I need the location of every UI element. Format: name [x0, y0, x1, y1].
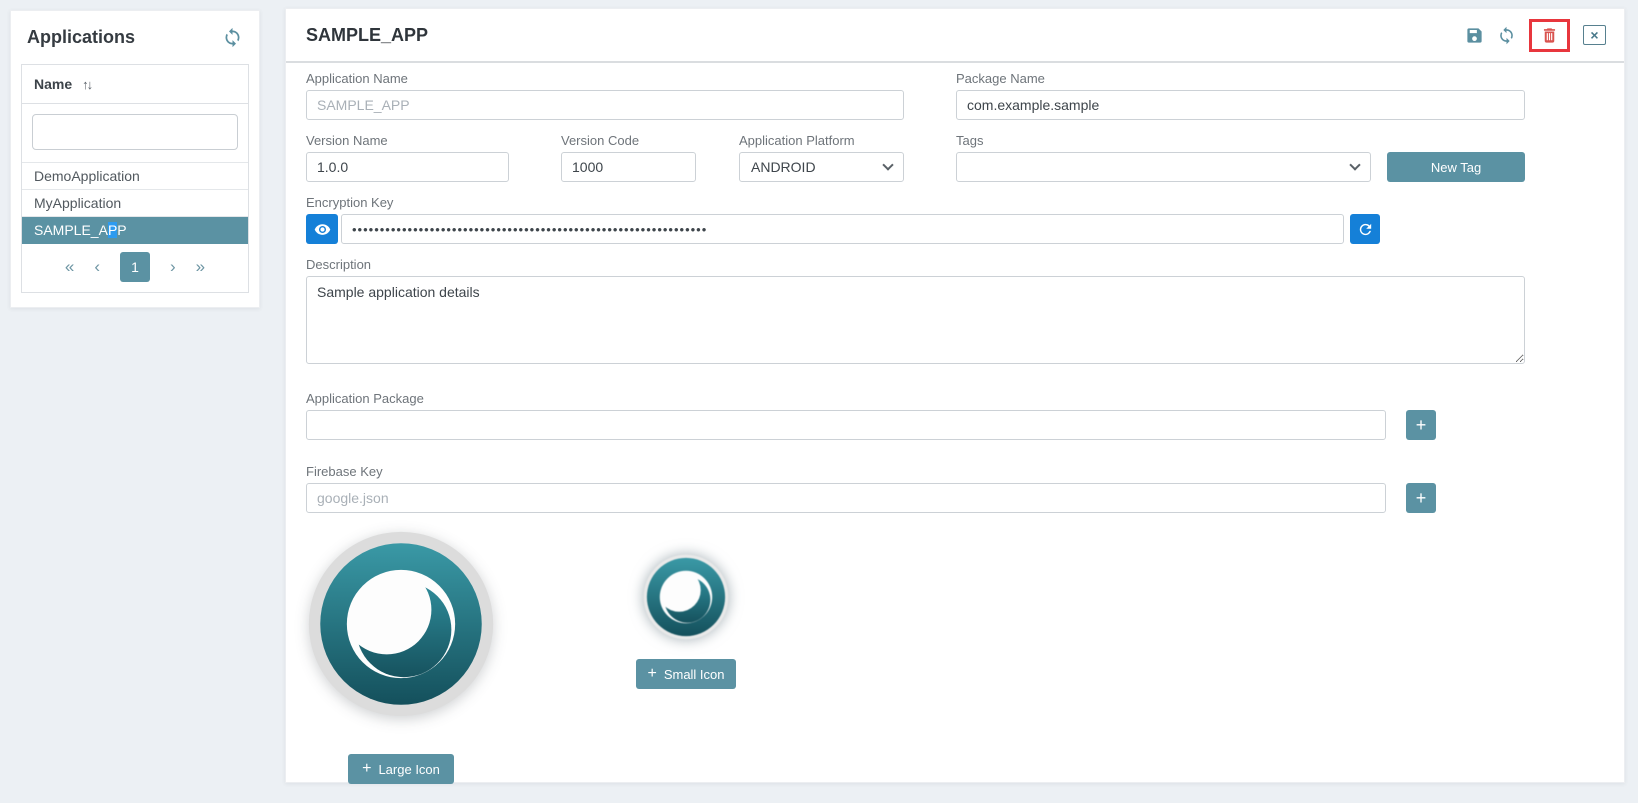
- small-app-icon-image: [640, 551, 732, 643]
- selected-row-text: SAMPLE_A: [34, 222, 108, 238]
- package-name-input[interactable]: [956, 90, 1525, 120]
- show-key-button[interactable]: [306, 214, 338, 244]
- save-icon: [1465, 26, 1484, 45]
- applications-panel-header: Applications: [21, 23, 249, 50]
- tags-select[interactable]: [956, 152, 1371, 182]
- applications-panel: Applications Name ↑↓ DemoApplication MyA…: [10, 10, 260, 308]
- detail-form: Application Name Package Name Version Na…: [286, 63, 1624, 784]
- detail-toolbar: ×: [1465, 19, 1606, 52]
- plus-icon: +: [1416, 415, 1427, 435]
- selected-row-text: P: [117, 222, 126, 238]
- page: Applications Name ↑↓ DemoApplication MyA…: [0, 0, 1638, 803]
- plus-icon: +: [1416, 488, 1427, 508]
- plus-icon: +: [362, 760, 371, 778]
- pagination-first-button[interactable]: «: [65, 252, 74, 282]
- application-platform-value: ANDROID: [751, 159, 816, 175]
- pagination-next-button[interactable]: ›: [170, 252, 176, 282]
- package-name-label: Package Name: [956, 71, 1525, 86]
- new-tag-button[interactable]: New Tag: [1387, 152, 1525, 182]
- application-detail-panel: SAMPLE_APP: [285, 8, 1625, 783]
- version-code-label: Version Code: [561, 133, 696, 148]
- large-app-icon-image: [306, 529, 496, 719]
- regenerate-key-button[interactable]: [1350, 214, 1380, 244]
- applications-table: Name ↑↓ DemoApplication MyApplication SA…: [21, 64, 249, 293]
- application-package-label: Application Package: [306, 391, 1604, 406]
- firebase-key-label: Firebase Key: [306, 464, 1604, 479]
- tags-label: Tags: [956, 133, 1371, 148]
- name-column-header[interactable]: Name: [34, 76, 72, 92]
- firebase-key-input[interactable]: [306, 483, 1386, 513]
- application-name-label: Application Name: [306, 71, 904, 86]
- encryption-key-label: Encryption Key: [306, 195, 1604, 210]
- applications-refresh-button[interactable]: [222, 27, 243, 48]
- reload-button[interactable]: [1497, 26, 1516, 45]
- add-firebase-key-button[interactable]: +: [1406, 483, 1436, 513]
- app-icons-section: + Large Icon: [306, 529, 1604, 784]
- application-name-input[interactable]: [306, 90, 904, 120]
- encryption-key-input[interactable]: [341, 214, 1344, 244]
- list-item[interactable]: MyApplication: [22, 190, 248, 217]
- applications-table-header: Name ↑↓: [22, 65, 248, 104]
- large-icon-button-label: Large Icon: [378, 762, 439, 777]
- application-package-input[interactable]: [306, 410, 1386, 440]
- upload-small-icon-button[interactable]: + Small Icon: [636, 659, 735, 689]
- version-name-input[interactable]: [306, 152, 509, 182]
- page-title: SAMPLE_APP: [306, 25, 428, 46]
- save-button[interactable]: [1465, 26, 1484, 45]
- version-name-label: Version Name: [306, 133, 509, 148]
- sort-icon[interactable]: ↑↓: [82, 77, 91, 92]
- version-code-input[interactable]: [561, 152, 696, 182]
- annotation-highlight-box: [1529, 19, 1570, 52]
- delete-button[interactable]: [1540, 26, 1559, 45]
- detail-header: SAMPLE_APP: [286, 9, 1624, 63]
- pagination: « ‹ 1 › »: [22, 244, 248, 292]
- plus-icon: +: [647, 665, 656, 683]
- refresh-icon: [222, 27, 243, 48]
- add-application-package-button[interactable]: +: [1406, 410, 1436, 440]
- application-platform-label: Application Platform: [739, 133, 904, 148]
- text-caret-highlight: P: [108, 222, 117, 238]
- list-item-selected[interactable]: SAMPLE_APP: [22, 217, 248, 244]
- redo-icon: [1357, 221, 1374, 238]
- pagination-page-1-button[interactable]: 1: [120, 252, 150, 282]
- close-icon: ×: [1590, 27, 1598, 43]
- applications-title: Applications: [27, 27, 135, 48]
- description-textarea[interactable]: Sample application details: [306, 276, 1525, 364]
- refresh-icon: [1497, 26, 1516, 45]
- list-item[interactable]: DemoApplication: [22, 163, 248, 190]
- upload-large-icon-button[interactable]: + Large Icon: [348, 754, 454, 784]
- chevron-down-icon: [882, 159, 893, 170]
- trash-icon: [1540, 26, 1559, 45]
- description-label: Description: [306, 257, 1604, 272]
- small-icon-button-label: Small Icon: [664, 667, 725, 682]
- name-filter-input[interactable]: [32, 114, 238, 150]
- application-platform-select[interactable]: ANDROID: [739, 152, 904, 182]
- filter-row: [22, 104, 248, 163]
- eye-icon: [314, 221, 331, 238]
- close-button[interactable]: ×: [1583, 25, 1606, 45]
- pagination-prev-button[interactable]: ‹: [94, 252, 100, 282]
- pagination-last-button[interactable]: »: [196, 252, 205, 282]
- chevron-down-icon: [1349, 159, 1360, 170]
